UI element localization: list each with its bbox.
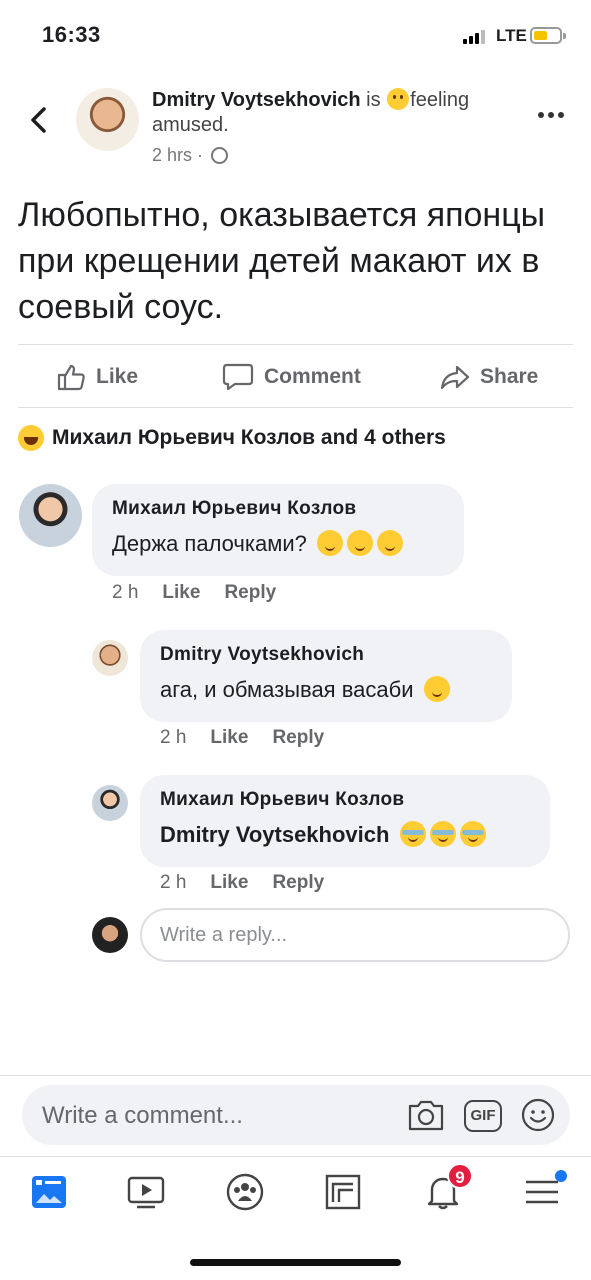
reply-avatar[interactable] (92, 640, 128, 676)
network-label: LTE (496, 26, 527, 45)
post-time[interactable]: 2 hrs (152, 145, 192, 165)
divider (18, 344, 573, 345)
share-arrow-icon (440, 365, 470, 390)
status-time: 16:33 (42, 22, 101, 47)
post-meta-separator: · (197, 145, 204, 165)
divider (18, 407, 573, 408)
tears-of-joy-emoji-icon (459, 821, 486, 847)
status-bar: 16:33 LTE (0, 0, 591, 70)
comment-text: Держа палочками? (112, 530, 444, 557)
more-dot-icon (538, 112, 544, 118)
menu-notification-dot (555, 1170, 567, 1182)
reply-author[interactable]: Михаил Юрьевич Козлов (160, 789, 530, 811)
current-user-avatar (92, 917, 128, 953)
share-button[interactable]: Share (440, 360, 538, 394)
post-header: Dmitry Voytsekhovich is feeling amused. (152, 88, 532, 138)
comment-label: Comment (264, 365, 361, 388)
comment-button[interactable]: Comment (222, 360, 361, 394)
reply-reply-button[interactable]: Reply (272, 727, 324, 749)
post-author-avatar[interactable] (76, 88, 139, 151)
tears-of-joy-emoji-icon (429, 821, 456, 847)
comment-text-body: Держа палочками? (112, 531, 307, 556)
more-dot-icon (558, 112, 564, 118)
thinking-emoji-icon (317, 530, 343, 556)
amused-emoji-icon (387, 88, 410, 110)
comment-meta: 2 h Like Reply (112, 582, 276, 604)
marketplace-tab-icon[interactable] (323, 1172, 363, 1212)
post-is-word: is (366, 89, 381, 111)
reply-time: 2 h (160, 872, 187, 893)
comment-author[interactable]: Михаил Юрьевич Козлов (112, 498, 444, 520)
reply-text: ага, и обмазывая васаби (160, 676, 492, 703)
comment-bubble-icon (222, 363, 254, 391)
signal-icon (463, 28, 491, 44)
battery-icon (530, 27, 566, 44)
like-label: Like (96, 365, 139, 388)
more-options-button[interactable] (538, 112, 568, 122)
share-label: Share (480, 365, 539, 388)
back-button[interactable] (24, 105, 54, 135)
tears-of-joy-emoji-icon (399, 821, 426, 847)
emoji-picker-icon[interactable] (520, 1097, 556, 1133)
slight-smile-emoji-icon (423, 676, 450, 702)
thumbs-up-icon (57, 364, 85, 391)
reply-input[interactable]: Write a reply... (140, 908, 570, 962)
reply-reply-button[interactable]: Reply (272, 872, 324, 894)
like-button[interactable]: Like (56, 360, 138, 394)
gif-button[interactable]: GIF (464, 1100, 502, 1132)
globe-icon (211, 147, 229, 164)
comment-bubble: Михаил Юрьевич Козлов Держа палочками? (92, 484, 464, 576)
watch-tab-icon[interactable] (126, 1172, 166, 1212)
comment-reply-button[interactable]: Reply (224, 582, 276, 604)
comment-time: 2 h (112, 582, 139, 603)
reply-like-button[interactable]: Like (210, 872, 248, 894)
post-text: Любопытно, оказывается японцы при крещен… (18, 196, 546, 326)
reply-time: 2 h (160, 727, 187, 748)
reply-meta: 2 h Like Reply (160, 872, 324, 894)
reply-text: Dmitry Voytsekhovich (160, 821, 530, 848)
groups-tab-icon[interactable] (225, 1172, 265, 1212)
comment-input[interactable]: Write a comment... GIF (22, 1085, 570, 1145)
camera-icon[interactable] (406, 1097, 446, 1133)
haha-reaction-icon (18, 425, 44, 451)
post-author-name[interactable]: Dmitry Voytsekhovich (152, 89, 361, 111)
reply-bubble: Dmitry Voytsekhovich ага, и обмазывая ва… (140, 630, 512, 722)
reply-avatar[interactable] (92, 785, 128, 821)
home-indicator (190, 1259, 401, 1266)
reply-bubble: Михаил Юрьевич Козлов Dmitry Voytsekhovi… (140, 775, 550, 867)
reactions-summary[interactable]: Михаил Юрьевич Козлов and 4 others (18, 425, 446, 451)
commenter-avatar[interactable] (19, 484, 82, 547)
divider (0, 1156, 591, 1157)
more-dot-icon (548, 112, 554, 118)
comment-like-button[interactable]: Like (162, 582, 200, 604)
reply-like-button[interactable]: Like (210, 727, 248, 749)
post-meta: 2 hrs · (152, 145, 229, 166)
reply-author[interactable]: Dmitry Voytsekhovich (160, 644, 492, 666)
reactions-text: Михаил Юрьевич Козлов and 4 others (52, 426, 446, 449)
notifications-badge: 9 (447, 1163, 473, 1189)
reply-meta: 2 h Like Reply (160, 727, 324, 749)
wink-emoji-icon (347, 530, 373, 556)
smile-emoji-icon (377, 530, 403, 556)
chevron-left-icon (31, 107, 46, 133)
reply-text-body: ага, и обмазывая васаби (160, 677, 414, 702)
news-feed-tab-icon[interactable] (29, 1172, 69, 1212)
reply-mention[interactable]: Dmitry Voytsekhovich (160, 822, 389, 847)
divider (0, 1075, 591, 1076)
comment-input-placeholder: Write a comment... (42, 1102, 243, 1129)
